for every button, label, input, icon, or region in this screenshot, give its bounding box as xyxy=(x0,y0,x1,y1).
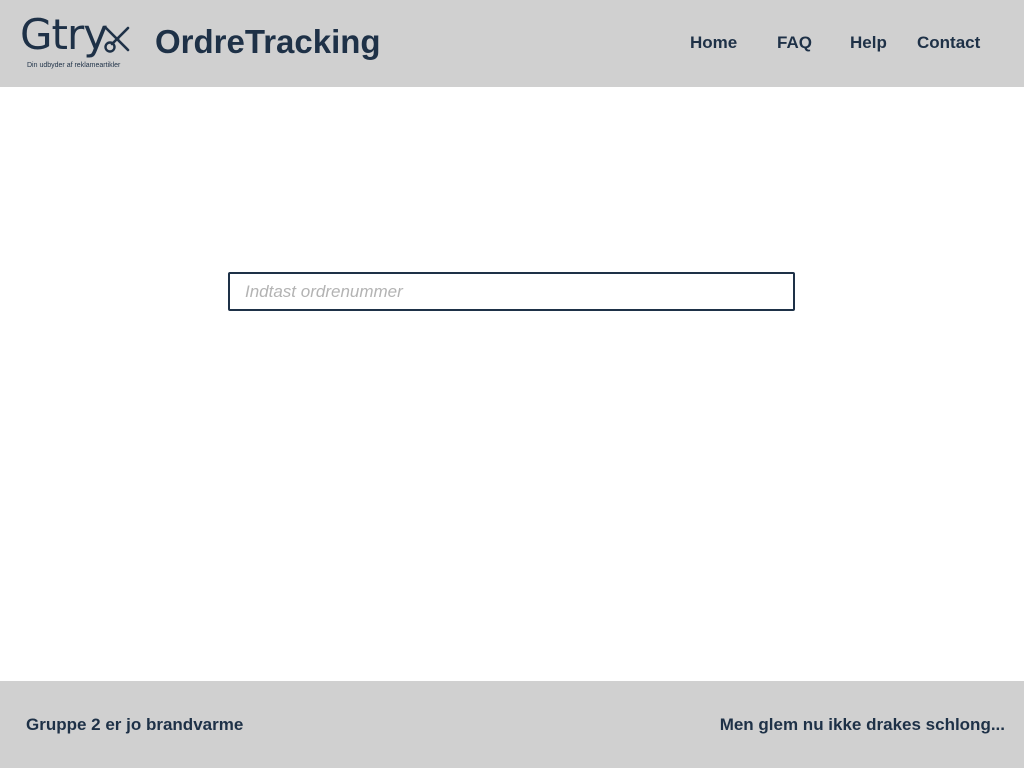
gtryk-logo[interactable]: Gtry Din udbyder af reklameartikler xyxy=(20,12,136,74)
footer-right-text: Men glem nu ikke drakes schlong... xyxy=(719,715,1005,734)
nav-link-help[interactable]: Help xyxy=(850,31,887,55)
nav-link-contact[interactable]: Contact xyxy=(917,31,980,55)
top-header: Gtry Din udbyder af reklameartikler Ordr… xyxy=(0,0,1024,87)
nav-link-faq[interactable]: FAQ xyxy=(777,31,812,55)
scissors-icon xyxy=(103,25,130,53)
main-content xyxy=(0,87,1024,681)
logo-tagline: Din udbyder af reklameartikler xyxy=(27,62,121,69)
logo-wordmark: Gtry xyxy=(20,10,108,59)
footer-left-text: Gruppe 2 er jo brandvarme xyxy=(26,715,244,734)
page-title: OrdreTracking xyxy=(155,23,381,60)
nav-link-home[interactable]: Home xyxy=(690,31,737,55)
page-footer: Gruppe 2 er jo brandvarme Men glem nu ik… xyxy=(0,681,1024,768)
order-number-input[interactable] xyxy=(228,272,795,311)
